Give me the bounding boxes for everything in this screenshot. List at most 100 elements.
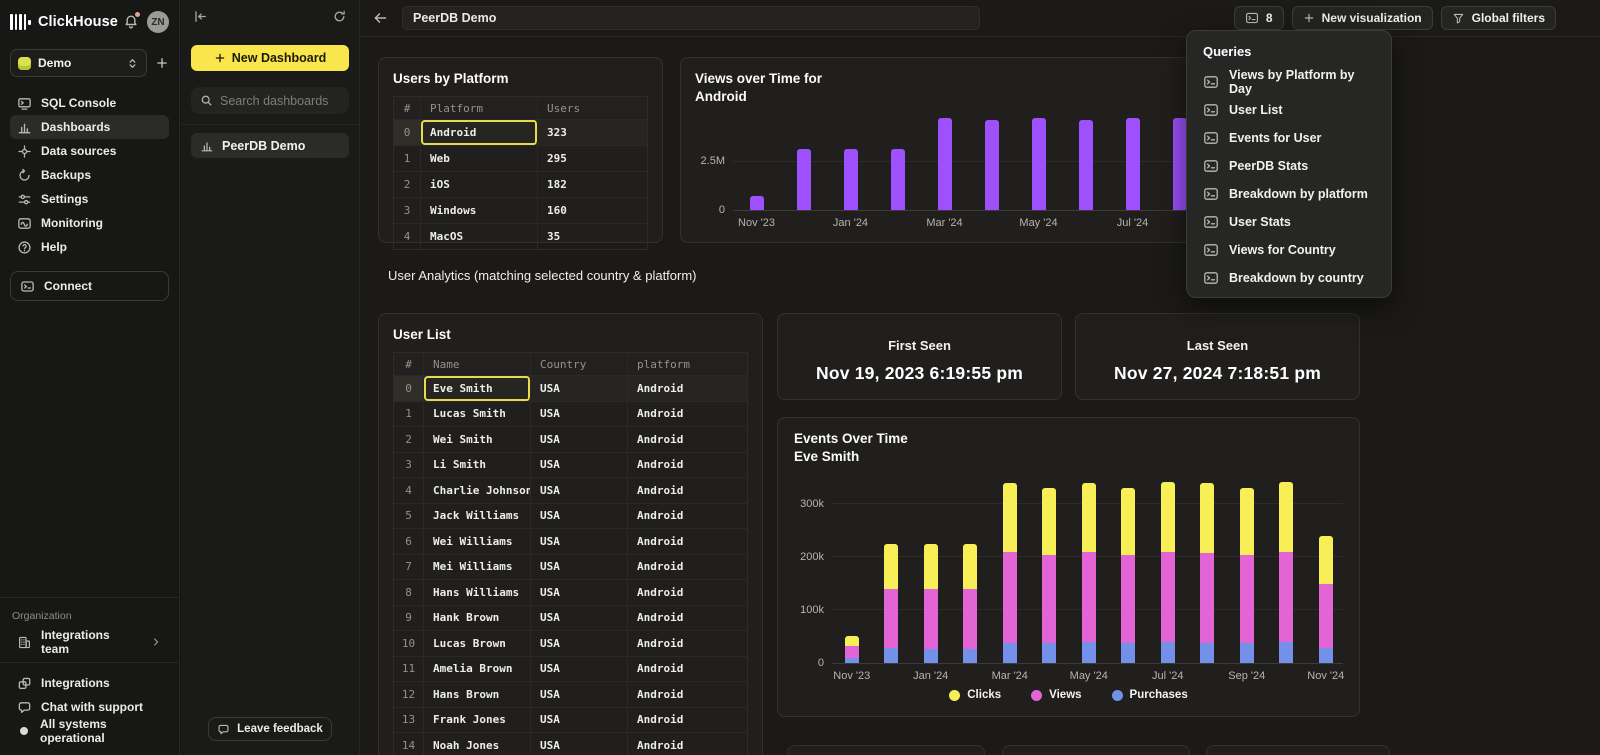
table-cell[interactable]: Android	[628, 606, 747, 631]
leave-feedback-button[interactable]: Leave feedback	[208, 717, 332, 741]
sidebar-item-integrations[interactable]: Integrations	[10, 671, 169, 695]
table-cell[interactable]: Web	[421, 146, 538, 171]
table-cell[interactable]: 10	[394, 631, 424, 656]
table-cell[interactable]: Eve Smith	[424, 376, 531, 401]
query-menu-item[interactable]: Views by Platform by Day	[1187, 68, 1391, 96]
sidebar-item-dashboards[interactable]: Dashboards	[10, 115, 169, 139]
table-cell[interactable]: USA	[531, 504, 628, 529]
table-row[interactable]: 7Mei WilliamsUSAAndroid	[394, 555, 747, 581]
table-row[interactable]: 4MacOS35	[394, 224, 647, 249]
table-cell[interactable]: Android	[628, 682, 747, 707]
dashboard-title-input[interactable]	[402, 6, 980, 30]
table-cell[interactable]: USA	[531, 682, 628, 707]
table-cell[interactable]: 5	[394, 504, 424, 529]
table-cell[interactable]: USA	[531, 402, 628, 427]
table-cell[interactable]: 14	[394, 733, 424, 755]
table-cell[interactable]: Android	[628, 631, 747, 656]
table-row[interactable]: 12Hans BrownUSAAndroid	[394, 682, 747, 708]
table-cell[interactable]: USA	[531, 733, 628, 755]
table-cell[interactable]: 182	[538, 172, 647, 197]
table-cell[interactable]: USA	[531, 453, 628, 478]
table-cell[interactable]: Android	[628, 708, 747, 733]
table-cell[interactable]: USA	[531, 580, 628, 605]
table-cell[interactable]: Windows	[421, 198, 538, 223]
table-row[interactable]: 10Lucas BrownUSAAndroid	[394, 631, 747, 657]
table-cell[interactable]: Jack Williams	[424, 504, 531, 529]
table-row[interactable]: 8Hans WilliamsUSAAndroid	[394, 580, 747, 606]
table-cell[interactable]: 12	[394, 682, 424, 707]
notifications-bell-icon[interactable]	[123, 14, 139, 30]
table-cell[interactable]: 160	[538, 198, 647, 223]
table-cell[interactable]: Lucas Smith	[424, 402, 531, 427]
table-cell[interactable]: 1	[394, 402, 424, 427]
sidebar-item-settings[interactable]: Settings	[10, 187, 169, 211]
table-cell[interactable]: Android	[628, 733, 747, 755]
table-row[interactable]: 3Li SmithUSAAndroid	[394, 453, 747, 479]
table-cell[interactable]: Wei Williams	[424, 529, 531, 554]
sidebar-item-data-sources[interactable]: Data sources	[10, 139, 169, 163]
legend-item[interactable]: Views	[1031, 689, 1081, 701]
collapse-sidebar-icon[interactable]	[193, 9, 208, 24]
table-cell[interactable]: Lucas Brown	[424, 631, 531, 656]
connect-button[interactable]: Connect	[10, 271, 169, 301]
table-cell[interactable]: USA	[531, 478, 628, 503]
table-cell[interactable]: Mei Williams	[424, 555, 531, 580]
workspace-select[interactable]: Demo	[10, 49, 147, 77]
query-menu-item[interactable]: Breakdown by platform	[1187, 180, 1391, 208]
table-cell[interactable]: 4	[394, 478, 424, 503]
table-cell[interactable]: 4	[394, 224, 421, 249]
table-cell[interactable]: Android	[628, 402, 747, 427]
table-row[interactable]: 0Eve SmithUSAAndroid	[394, 376, 747, 402]
table-row[interactable]: 3Windows160	[394, 198, 647, 224]
table-cell[interactable]: USA	[531, 376, 628, 401]
table-row[interactable]: 1Lucas SmithUSAAndroid	[394, 402, 747, 428]
table-cell[interactable]: MacOS	[421, 224, 538, 249]
sidebar-item-sql-console[interactable]: SQL Console	[10, 91, 169, 115]
table-cell[interactable]: Li Smith	[424, 453, 531, 478]
table-cell[interactable]: Frank Jones	[424, 708, 531, 733]
table-cell[interactable]: 1	[394, 146, 421, 171]
avatar[interactable]: ZN	[147, 11, 169, 33]
table-cell[interactable]: USA	[531, 657, 628, 682]
table-cell[interactable]: 2	[394, 427, 424, 452]
table-row[interactable]: 5Jack WilliamsUSAAndroid	[394, 504, 747, 530]
table-cell[interactable]: 8	[394, 580, 424, 605]
new-dashboard-button[interactable]: New Dashboard	[191, 45, 349, 71]
query-menu-item[interactable]: Views for Country	[1187, 236, 1391, 264]
back-arrow-icon[interactable]	[372, 10, 388, 26]
table-cell[interactable]: Android	[628, 580, 747, 605]
table-row[interactable]: 13Frank JonesUSAAndroid	[394, 708, 747, 734]
table-cell[interactable]: 323	[538, 120, 647, 145]
table-row[interactable]: 11Amelia BrownUSAAndroid	[394, 657, 747, 683]
table-cell[interactable]: Hans Brown	[424, 682, 531, 707]
table-cell[interactable]: USA	[531, 708, 628, 733]
table-cell[interactable]: 2	[394, 172, 421, 197]
sidebar-item-backups[interactable]: Backups	[10, 163, 169, 187]
table-cell[interactable]: Android	[628, 555, 747, 580]
table-cell[interactable]: USA	[531, 631, 628, 656]
table-cell[interactable]: iOS	[421, 172, 538, 197]
table-cell[interactable]: 9	[394, 606, 424, 631]
table-cell[interactable]: Android	[628, 478, 747, 503]
search-dashboards-input[interactable]	[220, 94, 340, 108]
refresh-icon[interactable]	[332, 9, 347, 24]
table-cell[interactable]: Hans Williams	[424, 580, 531, 605]
table-cell[interactable]: Amelia Brown	[424, 657, 531, 682]
table-cell[interactable]: USA	[531, 529, 628, 554]
add-workspace-button[interactable]	[155, 56, 169, 70]
table-cell[interactable]: Android	[628, 529, 747, 554]
query-menu-item[interactable]: Breakdown by country	[1187, 264, 1391, 292]
table-cell[interactable]: 6	[394, 529, 424, 554]
table-row[interactable]: 14Noah JonesUSAAndroid	[394, 733, 747, 755]
table-cell[interactable]: 0	[394, 120, 421, 145]
table-cell[interactable]: USA	[531, 427, 628, 452]
table-row[interactable]: 2Wei SmithUSAAndroid	[394, 427, 747, 453]
sidebar-item-help[interactable]: Help	[10, 235, 169, 259]
table-cell[interactable]: Android	[628, 657, 747, 682]
sidebar-item-chat-with-support[interactable]: Chat with support	[10, 695, 169, 719]
legend-item[interactable]: Clicks	[949, 689, 1001, 701]
table-cell[interactable]: USA	[531, 555, 628, 580]
table-cell[interactable]: Charlie Johnson	[424, 478, 531, 503]
dashboard-list-item[interactable]: PeerDB Demo	[191, 133, 349, 158]
table-cell[interactable]: Noah Jones	[424, 733, 531, 755]
